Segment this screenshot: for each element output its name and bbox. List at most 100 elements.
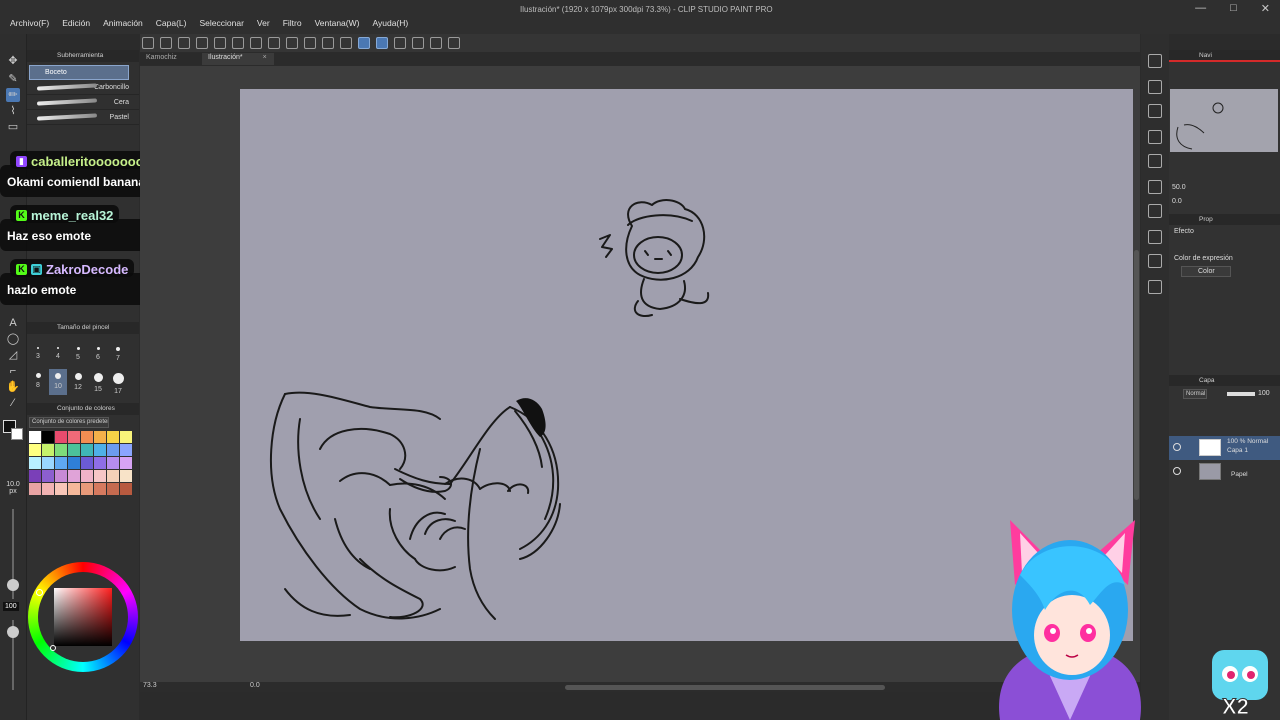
color-swatch[interactable]	[68, 431, 80, 443]
horizontal-scrollbar[interactable]	[565, 685, 885, 690]
brush-size-15[interactable]: 15	[89, 369, 107, 395]
select-all-icon[interactable]	[304, 37, 316, 49]
material-icon[interactable]	[1148, 104, 1162, 118]
menu-ayuda[interactable]: Ayuda(H)	[372, 18, 408, 28]
color-swatch[interactable]	[42, 431, 54, 443]
color-swatch[interactable]	[81, 431, 93, 443]
color-swatch[interactable]	[120, 483, 132, 495]
transform-icon[interactable]	[286, 37, 298, 49]
navigator-preview[interactable]	[1170, 89, 1278, 152]
color-swatch[interactable]	[55, 431, 67, 443]
color-swatch[interactable]	[29, 470, 41, 482]
color-swatch[interactable]	[81, 470, 93, 482]
color-swatch[interactable]	[94, 470, 106, 482]
brush-size-7[interactable]: 7	[109, 343, 127, 369]
menu-ver[interactable]: Ver	[257, 18, 270, 28]
color-slider-icon[interactable]	[1148, 230, 1162, 244]
brush-size-5[interactable]: 5	[69, 343, 87, 369]
color-swatch[interactable]	[94, 444, 106, 456]
color-swatch[interactable]	[120, 444, 132, 456]
brush-size-3[interactable]: 3	[29, 343, 47, 369]
animation-icon[interactable]	[1148, 254, 1162, 268]
app-icon[interactable]	[142, 37, 154, 49]
color-swatch[interactable]	[81, 457, 93, 469]
color-swatch[interactable]	[42, 470, 54, 482]
color-swatch[interactable]	[42, 457, 54, 469]
line-tool-icon[interactable]: ⌐	[6, 364, 20, 378]
color-swatch[interactable]	[55, 470, 67, 482]
deselect-icon[interactable]	[322, 37, 334, 49]
menu-ventana[interactable]: Ventana(W)	[315, 18, 360, 28]
sub-color-swatch[interactable]	[11, 428, 23, 440]
brush-size-4[interactable]: 4	[49, 343, 67, 369]
color-swatch[interactable]	[29, 431, 41, 443]
menu-animacion[interactable]: Animación	[103, 18, 143, 28]
close-tab-icon[interactable]: ×	[263, 54, 267, 61]
close-button[interactable]: ✕	[1261, 2, 1270, 15]
brush-size-10[interactable]: 10	[49, 369, 67, 395]
pencil-tool-icon[interactable]: ✏	[6, 88, 20, 102]
text-tool-icon[interactable]: A	[6, 316, 20, 330]
new-file-icon[interactable]	[160, 37, 172, 49]
brush-size-17[interactable]: 17	[109, 369, 127, 395]
subtool-boceto[interactable]: Boceto	[29, 65, 129, 80]
blend-mode-dropdown[interactable]: Normal	[1183, 389, 1207, 399]
hue-handle[interactable]	[36, 589, 43, 596]
maximize-button[interactable]: □	[1230, 2, 1237, 15]
color-swatch[interactable]	[94, 483, 106, 495]
ruler-icon[interactable]	[412, 37, 424, 49]
move-tool-icon[interactable]: ✥	[6, 54, 20, 68]
color-swatch[interactable]	[42, 444, 54, 456]
snap-ruler-icon[interactable]	[358, 37, 370, 49]
color-swatch[interactable]	[29, 483, 41, 495]
history-icon[interactable]	[1148, 154, 1162, 168]
sv-handle[interactable]	[50, 645, 56, 651]
figure-tool-icon[interactable]: ◿	[6, 348, 20, 362]
subtool-carboncillo[interactable]: Carboncillo	[27, 80, 139, 95]
layer-row-papel[interactable]: Papel	[1169, 460, 1280, 484]
color-swatch[interactable]	[94, 457, 106, 469]
vertical-scrollbar[interactable]	[1134, 250, 1139, 500]
menu-seleccionar[interactable]: Seleccionar	[200, 18, 244, 28]
minimize-button[interactable]: —	[1195, 2, 1206, 15]
color-swatch[interactable]	[120, 457, 132, 469]
menu-filtro[interactable]: Filtro	[283, 18, 302, 28]
layer-opacity-slider[interactable]	[1227, 392, 1255, 396]
color-swatch[interactable]	[29, 444, 41, 456]
tab-kamochiz[interactable]: Kamochiz	[140, 53, 202, 65]
eyedropper-tool-icon[interactable]: ⁄	[6, 396, 20, 410]
color-swatch[interactable]	[120, 431, 132, 443]
color-swatch[interactable]	[81, 483, 93, 495]
subtool-cera[interactable]: Cera	[27, 95, 139, 110]
brush-tool-icon[interactable]: ⌇	[6, 104, 20, 118]
search-icon[interactable]	[1148, 54, 1162, 68]
open-file-icon[interactable]	[178, 37, 190, 49]
color-swatch[interactable]	[120, 470, 132, 482]
pen-tool-icon[interactable]: ✎	[6, 72, 20, 86]
pen-icon[interactable]	[394, 37, 406, 49]
color-swatch[interactable]	[55, 457, 67, 469]
color-swatch[interactable]	[42, 483, 54, 495]
color-swatch[interactable]	[107, 483, 119, 495]
undo-icon[interactable]	[214, 37, 226, 49]
crop-icon[interactable]	[340, 37, 352, 49]
close-panel-icon[interactable]	[1148, 130, 1162, 144]
layer-search-icon[interactable]	[1148, 204, 1162, 218]
color-swatch[interactable]	[107, 431, 119, 443]
eraser-tool-icon[interactable]: ▭	[6, 120, 20, 134]
saturation-value-square[interactable]	[54, 588, 112, 646]
brush-size-8[interactable]: 8	[29, 369, 47, 395]
subtool-pastel[interactable]: Pastel	[27, 110, 139, 125]
color-swatch[interactable]	[107, 457, 119, 469]
color-swatch[interactable]	[68, 444, 80, 456]
color-swatch[interactable]	[55, 483, 67, 495]
export-icon[interactable]	[1148, 280, 1162, 294]
brush-size-6[interactable]: 6	[89, 343, 107, 369]
layer-row-capa1[interactable]: 100 % Normal Capa 1	[1169, 436, 1280, 460]
snap-grid-icon[interactable]	[376, 37, 388, 49]
color-swatch[interactable]	[68, 470, 80, 482]
expression-color-dropdown[interactable]: Color	[1181, 266, 1231, 277]
color-swatch[interactable]	[107, 470, 119, 482]
visibility-eye-icon[interactable]	[1173, 467, 1181, 475]
layer-property-icon[interactable]	[1148, 180, 1162, 194]
